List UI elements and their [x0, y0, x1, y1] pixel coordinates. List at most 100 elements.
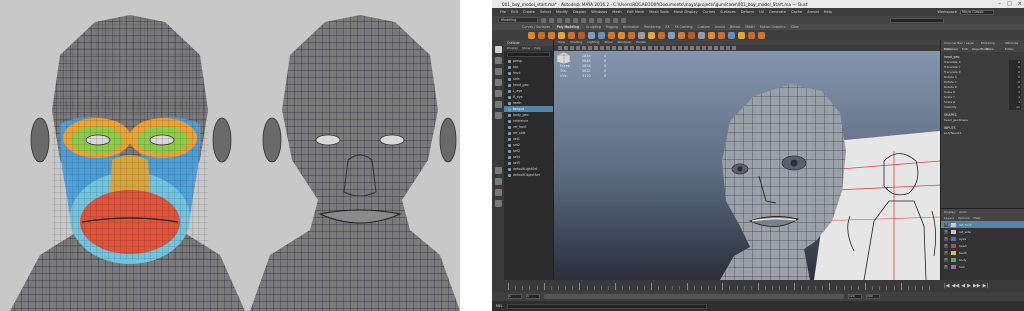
shelf-tool-icon[interactable]: [618, 31, 625, 39]
menu-mesh-tools[interactable]: Mesh Tools: [649, 10, 668, 14]
range-start-field[interactable]: 1: [508, 294, 522, 299]
shelf-tab-animation[interactable]: Animation: [623, 25, 639, 29]
last-tool-icon[interactable]: [494, 112, 502, 119]
shelf-tool-icon[interactable]: [698, 31, 705, 39]
viewport-tool-icon[interactable]: [684, 46, 688, 50]
shelf-tab-curves-surfaces[interactable]: Curves / Surfaces: [522, 25, 550, 29]
render-icon[interactable]: [621, 17, 626, 23]
channel-box-tab[interactable]: Attribute Editor: [1005, 40, 1024, 51]
snap-grid-icon[interactable]: [597, 17, 602, 23]
shelf-tab-bifrost[interactable]: Bifrost: [730, 25, 740, 29]
view-cube-icon[interactable]: [554, 51, 572, 65]
select-hierarchy-icon[interactable]: [573, 17, 578, 23]
shelf-tool-icon[interactable]: [558, 31, 565, 39]
shelf-tool-icon[interactable]: [638, 31, 645, 39]
layer-row[interactable]: Vbody: [941, 256, 1024, 263]
shelf-tool-icon[interactable]: [708, 31, 715, 39]
shelf-tab-xgen[interactable]: XGen: [791, 25, 800, 29]
viewport-tool-icon[interactable]: [660, 46, 664, 50]
viewport-tool-icon[interactable]: [564, 46, 568, 50]
viewport-tool-icon[interactable]: [582, 46, 586, 50]
layer-visibility-toggle[interactable]: V: [944, 243, 948, 248]
layer-visibility-toggle[interactable]: V: [944, 222, 948, 227]
shelf-tool-icon[interactable]: [668, 31, 675, 39]
viewport-tool-icon[interactable]: [708, 46, 712, 50]
viewport-tool-icon[interactable]: [666, 46, 670, 50]
viewport-tool-icon[interactable]: [612, 46, 616, 50]
layer-row[interactable]: Vref_front: [941, 221, 1024, 228]
shelf-tool-icon[interactable]: [648, 31, 655, 39]
menu-display[interactable]: Display: [573, 10, 586, 14]
viewport-tool-icon[interactable]: [726, 46, 730, 50]
layer-menu-options[interactable]: Options: [958, 215, 970, 221]
outliner-layout-icon[interactable]: [494, 200, 502, 207]
menu-modify[interactable]: Modify: [556, 10, 568, 14]
viewport-tool-icon[interactable]: [576, 46, 580, 50]
menu-select[interactable]: Select: [540, 10, 551, 14]
channel-box-menu-object[interactable]: Object: [972, 46, 982, 52]
outliner-menu-show[interactable]: Show: [522, 46, 530, 51]
viewport-tool-icon[interactable]: [624, 46, 628, 50]
close-icon[interactable]: ×: [1018, 1, 1022, 7]
move-tool-icon[interactable]: [494, 79, 502, 86]
scale-tool-icon[interactable]: [494, 101, 502, 108]
snap-curve-icon[interactable]: [605, 17, 610, 23]
shelf-tab-fx-caching[interactable]: FX Caching: [675, 25, 693, 29]
channel-value-field[interactable]: on: [1009, 105, 1021, 110]
rotate-tool-icon[interactable]: [494, 90, 502, 97]
shelf-tool-icon[interactable]: [738, 31, 745, 39]
channel-box-menu-channels[interactable]: Channels: [944, 46, 958, 52]
menu-arnold[interactable]: Arnold: [807, 10, 819, 14]
layer-visibility-toggle[interactable]: V: [944, 229, 948, 234]
input-line-field[interactable]: [890, 17, 944, 23]
script-language-label[interactable]: MEL: [496, 304, 503, 308]
snap-point-icon[interactable]: [613, 17, 618, 23]
channel-box-menu-edit[interactable]: Edit: [962, 46, 968, 52]
shelf-tab-fx[interactable]: FX: [666, 25, 670, 29]
select-component-icon[interactable]: [589, 17, 594, 23]
channel-box-menu-show[interactable]: Show: [985, 46, 993, 52]
range-slider-bar[interactable]: [544, 294, 844, 299]
viewport-tool-icon[interactable]: [558, 46, 562, 50]
layer-row[interactable]: Vref_side: [941, 228, 1024, 235]
outliner-menu-display[interactable]: Display: [507, 46, 518, 51]
playback-button[interactable]: ▶▶: [973, 283, 981, 289]
shelf-tab-poly-modeling[interactable]: Poly Modeling: [554, 25, 582, 29]
layer-color-swatch[interactable]: [951, 236, 956, 241]
viewport-tool-icon[interactable]: [618, 46, 622, 50]
menu-surfaces[interactable]: Surfaces: [720, 10, 736, 14]
minimize-icon[interactable]: –: [999, 1, 1002, 7]
shelf-tab-mash[interactable]: MASH: [745, 25, 754, 29]
layer-visibility-toggle[interactable]: V: [944, 264, 948, 269]
menu-edit[interactable]: Edit: [511, 10, 518, 14]
shelf-tool-icon[interactable]: [758, 31, 765, 39]
persp-outliner-layout-icon[interactable]: [494, 189, 502, 196]
menu-mesh-display[interactable]: Mesh Display: [674, 10, 698, 14]
layer-color-swatch[interactable]: [951, 243, 956, 248]
shelf-tool-icon[interactable]: [658, 31, 665, 39]
shelf-tab-rigging[interactable]: Rigging: [606, 25, 618, 29]
redo-icon[interactable]: [565, 17, 570, 23]
menu-curves[interactable]: Curves: [703, 10, 715, 14]
outliner-menu-help[interactable]: Help: [534, 46, 541, 51]
layer-menu-layers[interactable]: Layers: [944, 215, 954, 221]
save-scene-icon[interactable]: [549, 17, 554, 23]
menu-create[interactable]: Create: [523, 10, 535, 14]
menu-generate[interactable]: Generate: [769, 10, 786, 14]
viewport-tool-icon[interactable]: [678, 46, 682, 50]
workspace-dropdown[interactable]: Maya Classic: [960, 9, 994, 15]
shelf-tool-icon[interactable]: [748, 31, 755, 39]
playback-end-field[interactable]: 120: [848, 294, 862, 299]
playback-button[interactable]: |◀: [944, 283, 950, 289]
shelf-tool-icon[interactable]: [528, 31, 535, 39]
viewport-tool-icon[interactable]: [642, 46, 646, 50]
layer-color-swatch[interactable]: [951, 257, 956, 262]
menu-edit-mesh[interactable]: Edit Mesh: [627, 10, 645, 14]
playback-button[interactable]: ▶: [967, 283, 971, 289]
shelf-tool-icon[interactable]: [538, 31, 545, 39]
menu-mesh[interactable]: Mesh: [612, 10, 621, 14]
layer-visibility-toggle[interactable]: V: [944, 236, 948, 241]
menu-deform[interactable]: Deform: [741, 10, 754, 14]
playback-button[interactable]: ▶|: [983, 283, 989, 289]
viewport-tool-icon[interactable]: [594, 46, 598, 50]
